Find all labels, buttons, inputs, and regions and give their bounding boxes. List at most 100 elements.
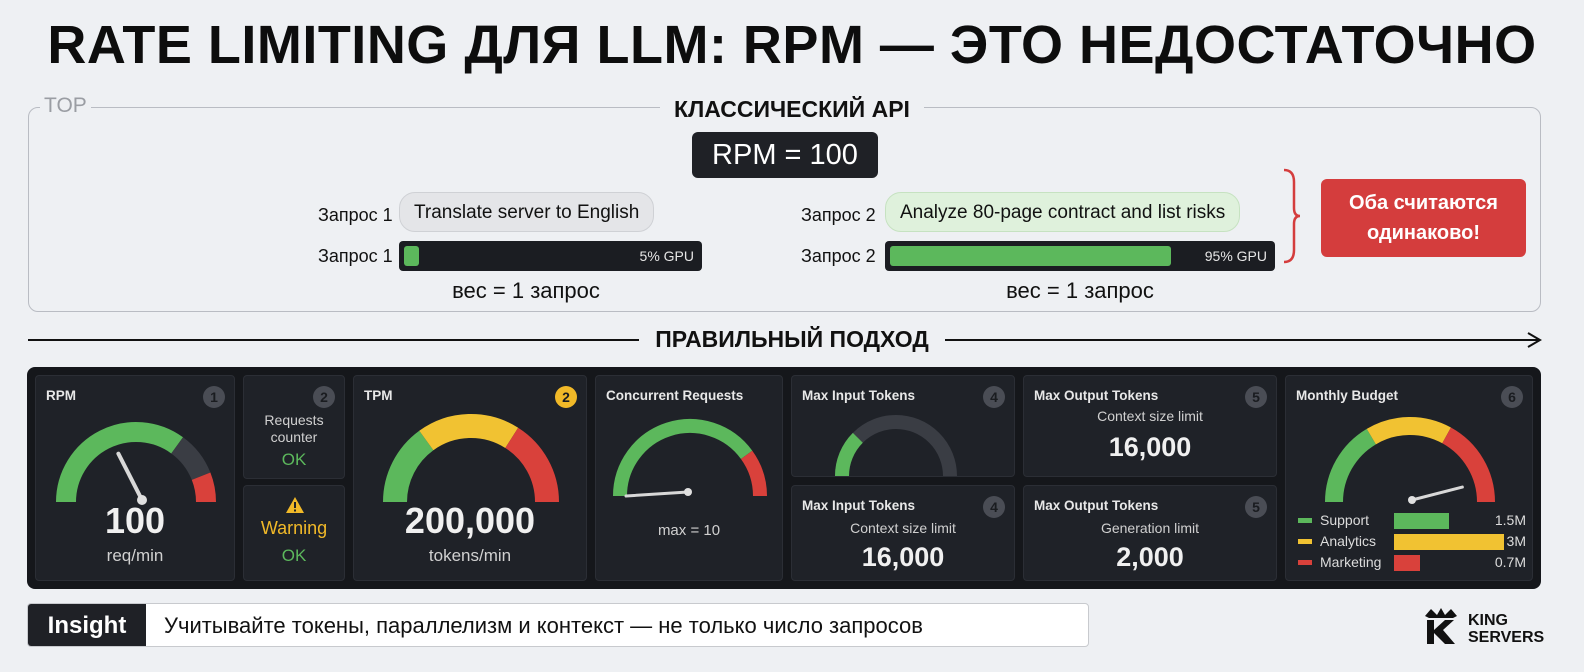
correct-approach-label: ПРАВИЛЬНЫЙ ПОДХОД <box>0 326 1584 353</box>
request2-weight: вес = 1 запрос <box>1006 278 1154 303</box>
budget-value-marketing: 0.7M <box>1494 554 1526 570</box>
max-input-gauge <box>835 415 957 477</box>
max-output-context-card: Max Output Tokens 5 Context size limit 1… <box>1023 375 1277 477</box>
max-output-generation-badge: 5 <box>1245 496 1267 518</box>
budget-bar-marketing <box>1394 555 1420 571</box>
same-weight-line1: Оба считаются <box>1349 192 1498 214</box>
budget-gauge-needle-hub <box>1408 496 1416 504</box>
max-input-context-badge: 4 <box>983 496 1005 518</box>
requests-counter-status: OK <box>281 450 307 469</box>
budget-swatch-marketing <box>1298 560 1312 565</box>
king-servers-logo-text: KING SERVERS <box>1468 612 1544 646</box>
concurrent-gauge-red-arc <box>740 450 767 497</box>
same-weight-line2: одинаково! <box>1366 222 1481 244</box>
request1-prompt-bubble: Translate server to English <box>399 192 655 232</box>
warning-label: Warning <box>260 518 328 538</box>
budget-name-analytics: Analytics <box>1320 533 1377 549</box>
max-input-gauge-track <box>835 415 957 477</box>
rpm-gauge-green-arc <box>56 422 184 503</box>
budget-gauge-needle <box>1410 485 1464 502</box>
request1-label: Запрос 1 <box>318 205 393 225</box>
budget-bar-analytics <box>1394 534 1504 550</box>
max-output-generation-card: Max Output Tokens 5 Generation limit 2,0… <box>1023 485 1277 581</box>
king-servers-logo-icon <box>1425 608 1457 644</box>
max-output-context-subtitle: Context size limit <box>1097 408 1203 424</box>
budget-gauge-yellow-arc <box>1366 417 1451 445</box>
classic-api-label-text: КЛАССИЧЕСКИЙ API <box>660 96 924 122</box>
budget-gauge-red-arc <box>1441 427 1495 503</box>
max-input-context-subtitle: Context size limit <box>850 520 956 536</box>
request2-label-bar: Запрос 2 <box>801 246 876 266</box>
budget-value-analytics: 3M <box>1506 533 1526 549</box>
insight-text: Учитывайте токены, параллелизм и контекс… <box>164 613 923 638</box>
max-output-context-value: 16,000 <box>1108 432 1192 462</box>
concurrent-gauge <box>613 419 767 498</box>
rpm-gauge-needle <box>116 451 144 502</box>
logo-line1: KING <box>1468 612 1508 629</box>
max-output-generation-value: 2,000 <box>1116 542 1184 572</box>
insight-bar: Insight Учитывайте токены, параллелизм и… <box>27 603 1089 647</box>
request1-label-bar: Запрос 1 <box>318 246 393 266</box>
rpm-value: 100 <box>104 500 166 541</box>
warning-card: Warning OK <box>243 485 345 581</box>
max-input-context-card: Max Input Tokens 4 Context size limit 16… <box>791 485 1015 581</box>
budget-value-support: 1.5M <box>1494 512 1526 528</box>
classic-api-label: КЛАССИЧЕСКИЙ API <box>0 96 1584 123</box>
request1-gpu-fill <box>404 246 419 266</box>
max-input-gauge-card: Max Input Tokens 4 <box>791 375 1015 477</box>
rpm-gauge-red-arc <box>191 472 216 503</box>
limits-dashboard: RPM 1 100 req/min 2 Requests counter OK … <box>27 367 1541 589</box>
request2-gpu-bar: 95% GPU <box>885 241 1275 271</box>
page-title: RATE LIMITING ДЛЯ LLM: RPM — ЭТО НЕДОСТА… <box>47 15 1537 75</box>
tpm-value: 200,000 <box>404 500 536 541</box>
budget-legend-row: Marketing 0.7M <box>1298 554 1526 572</box>
concurrent-card: Concurrent Requests max = 10 <box>595 375 783 581</box>
logo-line2: SERVERS <box>1468 629 1545 646</box>
max-input-context-title: Max Input Tokens <box>802 498 916 513</box>
concurrent-gauge-needle-hub <box>684 488 692 496</box>
max-input-context-value: 16,000 <box>861 542 945 572</box>
budget-legend-row: Support 1.5M <box>1298 512 1526 530</box>
budget-name-marketing: Marketing <box>1320 554 1382 570</box>
tpm-unit: tokens/min <box>428 546 512 565</box>
request2-gpu-fill <box>890 246 1171 266</box>
concurrent-gauge-green-arc <box>613 419 753 497</box>
request1-gpu-bar: 5% GPU <box>399 241 702 271</box>
request2-label: Запрос 2 <box>801 205 876 225</box>
tpm-gauge-yellow-arc <box>419 414 519 451</box>
budget-swatch-analytics <box>1298 539 1312 544</box>
max-input-gauge-fill <box>835 432 864 477</box>
insight-tag: Insight <box>28 604 146 646</box>
concurrent-gauge-needle <box>624 490 690 498</box>
max-output-generation-subtitle: Generation limit <box>1100 520 1200 536</box>
request2-gpu-text: 95% GPU <box>1204 248 1267 264</box>
red-brace <box>1283 168 1301 264</box>
budget-bar-support <box>1394 513 1449 529</box>
max-output-generation-title: Max Output Tokens <box>1034 498 1159 513</box>
request1-gpu-text: 5% GPU <box>639 248 694 264</box>
budget-swatch-support <box>1298 518 1312 523</box>
requests-counter-label: Requests counter <box>264 412 324 445</box>
request1-weight: вес = 1 запрос <box>452 278 600 303</box>
tpm-gauge-red-arc <box>504 427 559 503</box>
budget-gauge-green-arc <box>1325 428 1377 503</box>
warning-status: OK <box>281 546 307 565</box>
budget-name-support: Support <box>1320 512 1370 528</box>
rpm-limit-box: RPM = 100 <box>692 132 878 178</box>
rpm-unit: req/min <box>106 546 164 565</box>
warning-icon <box>286 497 304 513</box>
rpm-card: RPM 1 100 req/min <box>35 375 235 581</box>
requests-counter-badge: 2 <box>313 386 335 408</box>
max-output-context-title: Max Output Tokens <box>1034 388 1159 403</box>
correct-approach-label-text: ПРАВИЛЬНЫЙ ПОДХОД <box>639 326 945 352</box>
requests-counter-card: 2 Requests counter OK <box>243 375 345 479</box>
max-output-context-badge: 5 <box>1245 386 1267 408</box>
same-weight-box: Оба считаются одинаково! <box>1321 179 1526 257</box>
concurrent-max: max = 10 <box>657 522 721 539</box>
tpm-card: TPM 2 200,000 tokens/min <box>353 375 587 581</box>
rpm-gauge-gray-arc <box>170 437 211 481</box>
monthly-budget-card: Monthly Budget 6 Support 1.5M Analytics … <box>1285 375 1533 581</box>
tpm-gauge-green-arc <box>383 430 434 503</box>
budget-gauge <box>1325 417 1495 504</box>
request2-prompt-bubble: Analyze 80-page contract and list risks <box>885 192 1241 232</box>
